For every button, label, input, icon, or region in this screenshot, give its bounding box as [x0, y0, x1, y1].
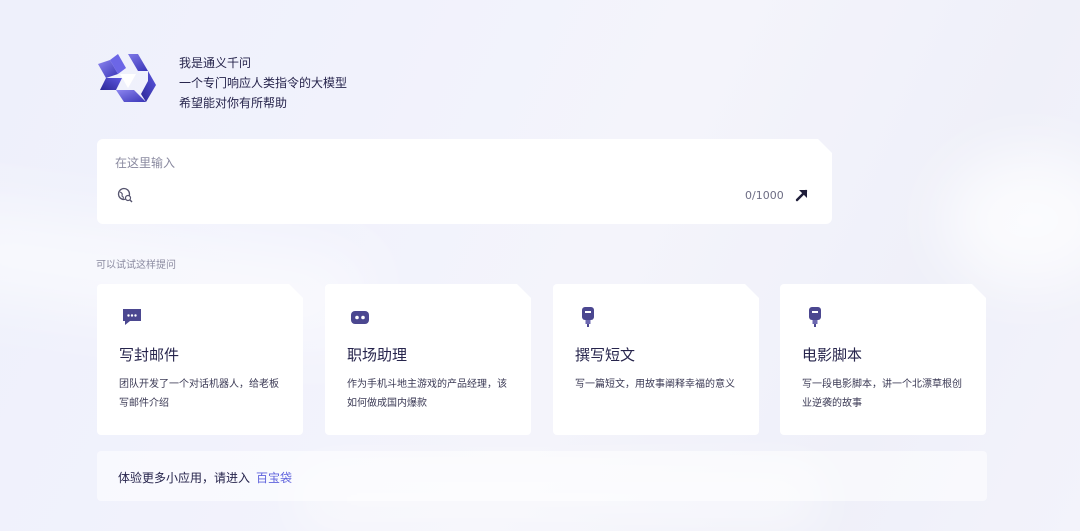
suggestion-card-assistant[interactable]: 职场助理 作为手机斗地主游戏的产品经理，该如何做成国内爆款 [325, 284, 531, 435]
intro-line: 我是通义千问 [179, 56, 252, 70]
card-description: 写一段电影脚本，讲一个北漂草根创业逆袭的故事 [802, 379, 962, 409]
suggestion-heading: 可以试试这样提问 [96, 260, 176, 271]
card-description: 作为手机斗地主游戏的产品经理，该如何做成国内爆款 [347, 379, 507, 409]
card-title: 撰写短文 [575, 346, 636, 364]
card-title: 写封邮件 [119, 346, 180, 364]
card-description: 写一篇短文，用故事阐释幸福的意义 [575, 379, 735, 390]
chat-bubble-icon [121, 306, 143, 328]
card-title: 电影脚本 [802, 346, 863, 364]
card-title: 职场助理 [347, 346, 408, 364]
pen-icon [577, 306, 599, 328]
suggestion-card-email[interactable]: 写封邮件 团队开发了一个对话机器人，给老板写邮件介绍 [97, 284, 303, 435]
pen-icon [804, 306, 826, 328]
more-apps-text: 体验更多小应用，请进入 百宝袋 [118, 469, 292, 486]
robot-icon [349, 306, 371, 328]
intro-line: 希望能对你有所帮助 [179, 96, 288, 110]
char-counter: 0/1000 [745, 189, 784, 202]
chat-input-placeholder[interactable]: 在这里输入 [115, 154, 175, 171]
background-glow [940, 150, 1080, 290]
web-search-icon[interactable] [117, 187, 133, 203]
intro-text: 我是通义千问 一个专门响应人类指令的大模型 希望能对你有所帮助 [179, 53, 347, 113]
intro-line: 一个专门响应人类指令的大模型 [179, 76, 348, 90]
suggestion-card-essay[interactable]: 撰写短文 写一篇短文，用故事阐释幸福的意义 [553, 284, 759, 435]
suggestion-card-script[interactable]: 电影脚本 写一段电影脚本，讲一个北漂草根创业逆袭的故事 [780, 284, 986, 435]
more-apps-banner: 体验更多小应用，请进入 百宝袋 [97, 451, 987, 501]
card-description: 团队开发了一个对话机器人，给老板写邮件介绍 [119, 379, 279, 409]
more-apps-label: 体验更多小应用，请进入 [118, 471, 251, 485]
treasure-bag-link[interactable]: 百宝袋 [256, 471, 292, 485]
chat-input-box[interactable]: 在这里输入 0/1000 [97, 139, 832, 224]
tongyi-logo [98, 54, 156, 102]
send-arrow-icon[interactable] [794, 187, 810, 203]
